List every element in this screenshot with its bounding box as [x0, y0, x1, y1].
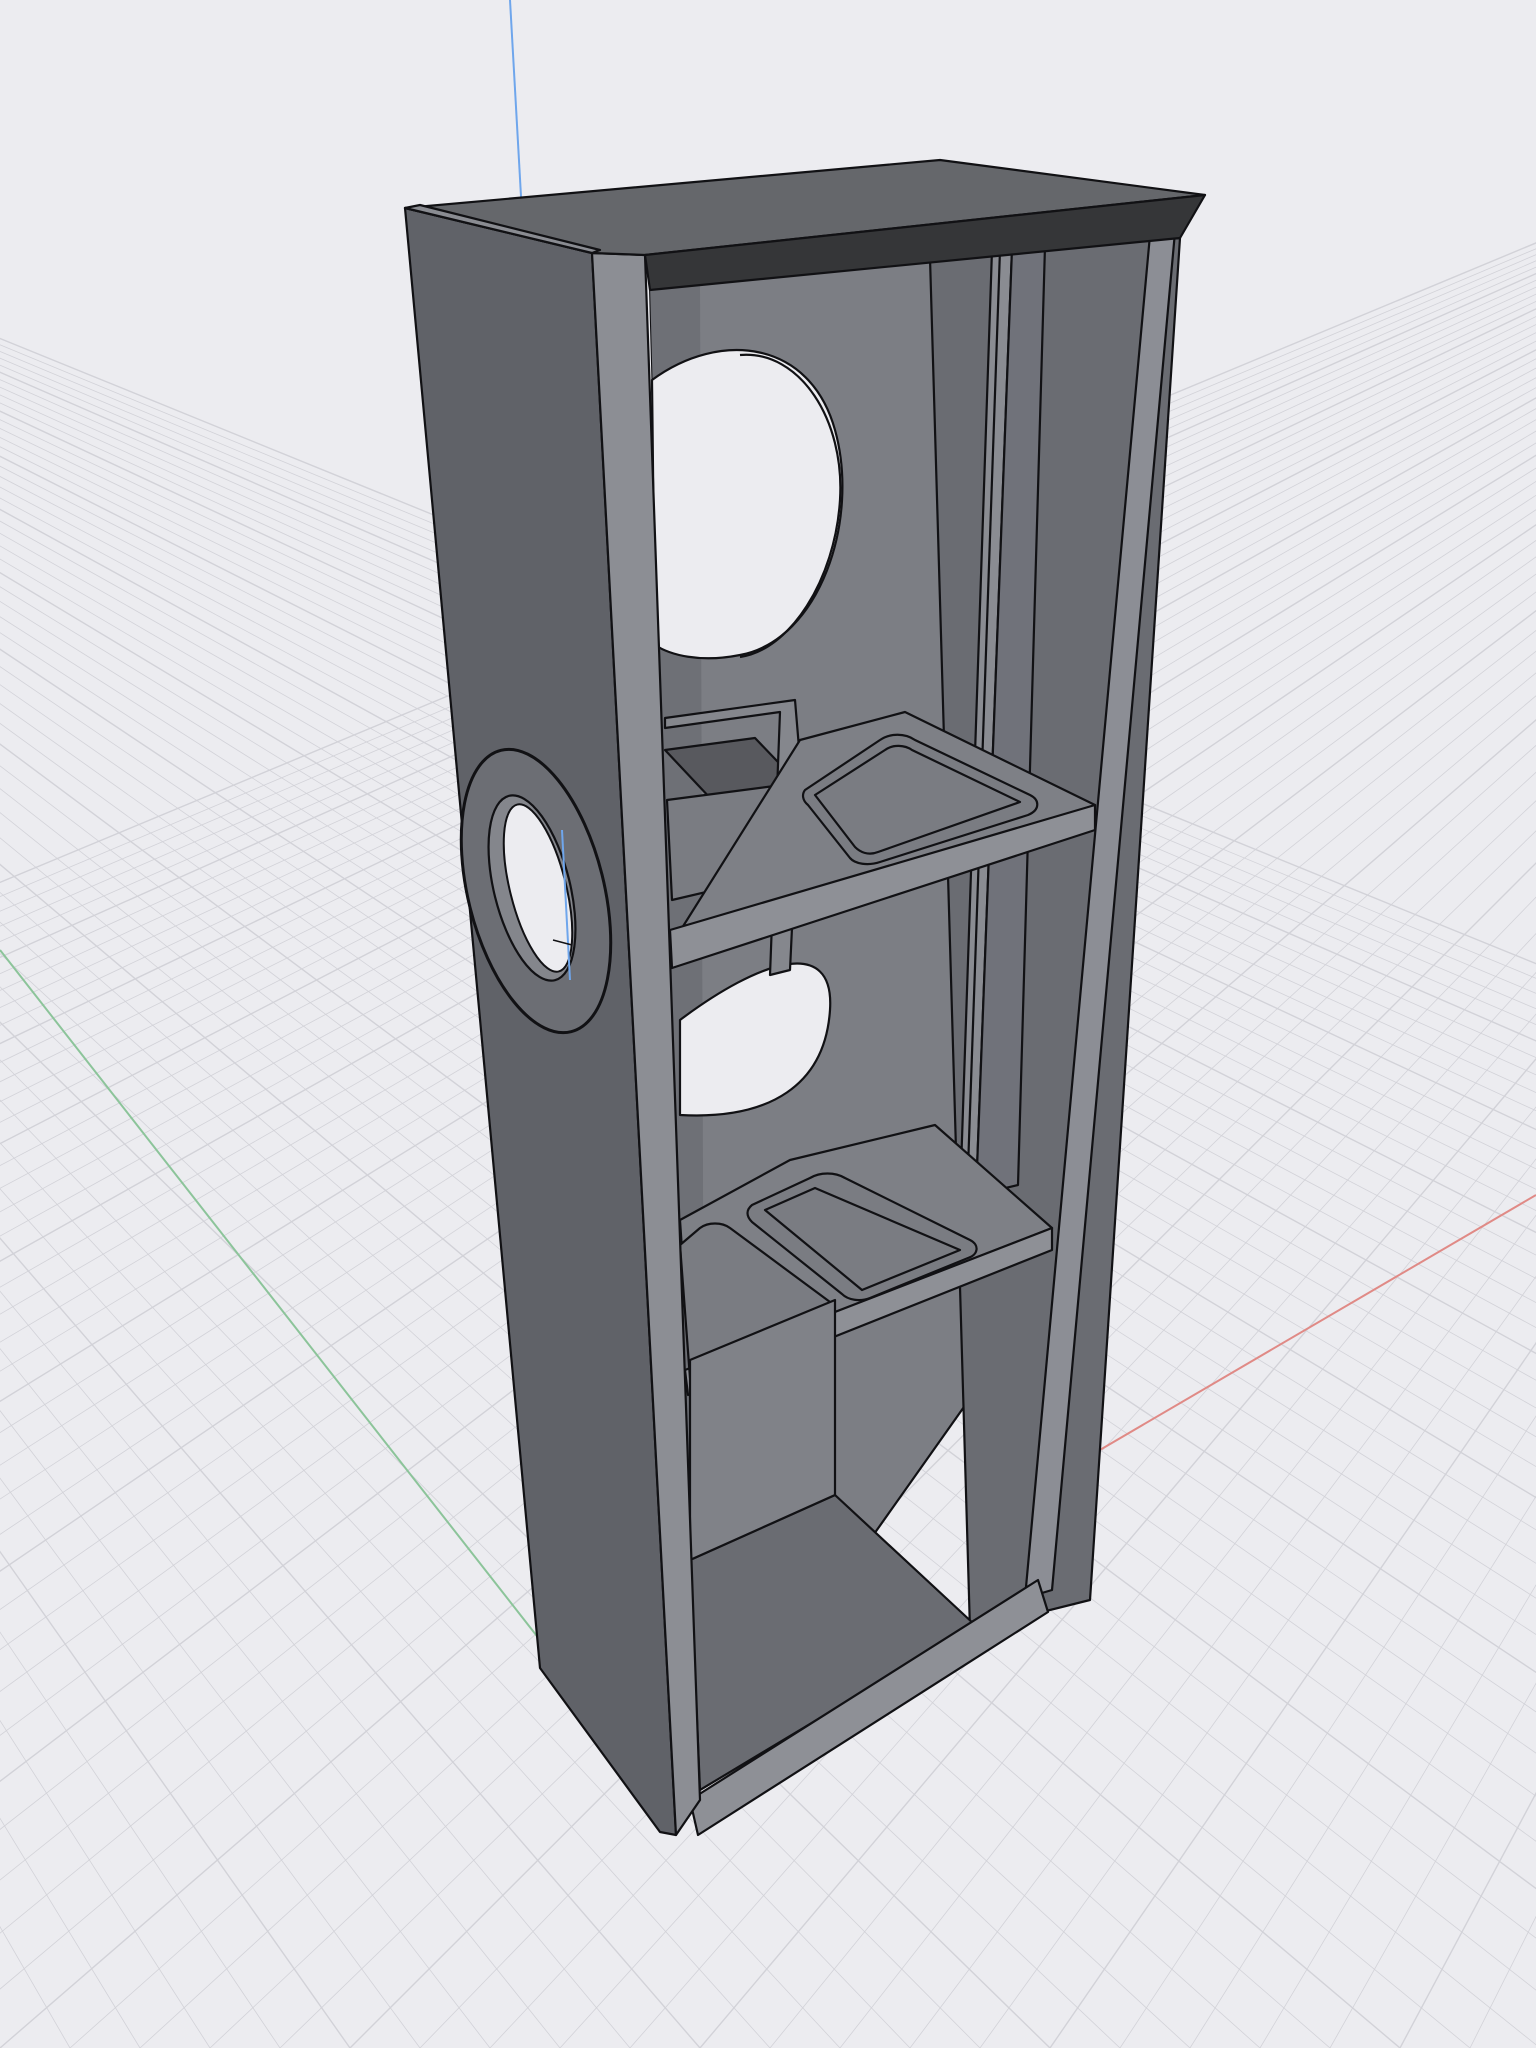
3d-viewport[interactable] — [0, 0, 1536, 2048]
cad-scene[interactable] — [0, 0, 1536, 2048]
